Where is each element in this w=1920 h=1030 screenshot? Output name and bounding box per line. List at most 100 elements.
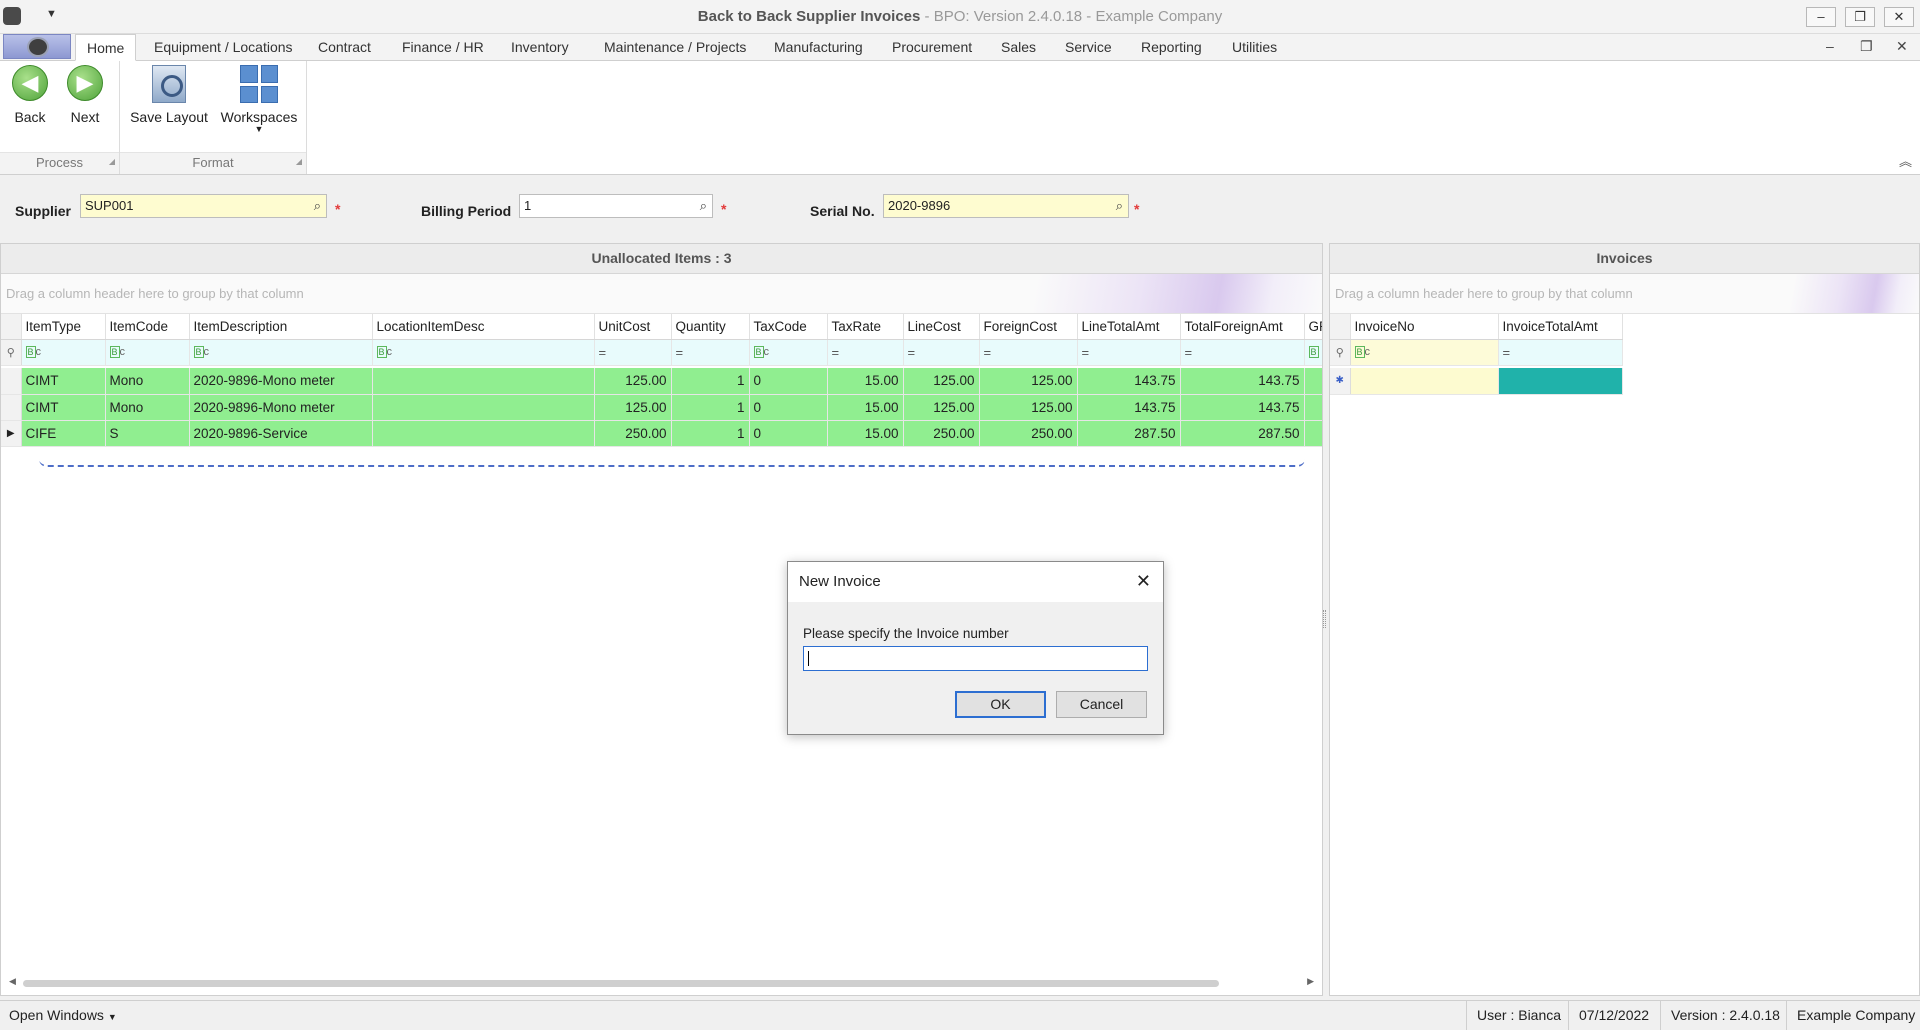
cell-taxcode[interactable]: 0 — [749, 368, 828, 395]
cell-taxcode[interactable]: 0 — [749, 420, 828, 447]
cell-gr[interactable] — [1304, 394, 1322, 421]
cell-invoicetotalamt[interactable] — [1498, 368, 1623, 395]
tab-sales[interactable]: Sales — [1001, 39, 1036, 55]
cell-locationitemdesc[interactable] — [372, 420, 595, 447]
group-by-area[interactable]: Drag a column header here to group by th… — [1330, 274, 1919, 314]
scrollbar-thumb[interactable] — [23, 980, 1219, 987]
application-menu-button[interactable] — [3, 34, 71, 59]
tab-manufacturing[interactable]: Manufacturing — [774, 39, 863, 55]
cell-linetotalamt[interactable]: 287.50 — [1077, 420, 1181, 447]
row-indicator[interactable] — [1, 394, 22, 421]
column-header-itemdescription[interactable]: ItemDescription — [189, 314, 373, 340]
cell-invoiceno[interactable] — [1350, 368, 1499, 395]
filter-cell[interactable]: = — [671, 339, 750, 366]
cell-foreigncost[interactable]: 125.00 — [979, 368, 1078, 395]
open-windows-button[interactable]: Open Windows ▼ — [9, 1001, 117, 1030]
cell-foreigncost[interactable]: 125.00 — [979, 394, 1078, 421]
filter-cell[interactable]: Bc — [1350, 339, 1499, 366]
table-row[interactable]: CIMT Mono 2020-9896-Mono meter 125.00 1 … — [1, 368, 1322, 395]
cell-unitcost[interactable]: 250.00 — [594, 420, 672, 447]
mdi-close-icon[interactable]: ✕ — [1896, 38, 1908, 55]
tab-procurement[interactable]: Procurement — [892, 39, 972, 55]
cell-linecost[interactable]: 125.00 — [903, 394, 980, 421]
group-by-area[interactable]: Drag a column header here to group by th… — [1, 274, 1322, 314]
cell-unitcost[interactable]: 125.00 — [594, 368, 672, 395]
supplier-field[interactable]: SUP001 ⌕ — [80, 194, 327, 218]
collapse-ribbon-icon[interactable]: ︽ — [1899, 151, 1912, 170]
tab-equipment-locations[interactable]: Equipment / Locations — [154, 39, 293, 55]
cell-taxcode[interactable]: 0 — [749, 394, 828, 421]
workspaces-button[interactable]: Workspaces ▼ — [220, 65, 298, 134]
cell-gr[interactable] — [1304, 420, 1322, 447]
tab-reporting[interactable]: Reporting — [1141, 39, 1202, 55]
search-icon[interactable]: ⌕ — [1116, 198, 1123, 214]
scroll-right-icon[interactable]: ▶ — [1307, 976, 1314, 987]
filter-cell[interactable]: Bc — [372, 339, 595, 366]
cell-linecost[interactable]: 250.00 — [903, 420, 980, 447]
save-layout-button[interactable]: Save Layout — [128, 65, 210, 125]
cell-totalforeignamt[interactable]: 143.75 — [1180, 368, 1305, 395]
mdi-minimize-icon[interactable]: – — [1826, 38, 1834, 54]
column-header-linetotalamt[interactable]: LineTotalAmt — [1077, 314, 1181, 340]
tab-inventory[interactable]: Inventory — [511, 39, 569, 55]
cell-itemtype[interactable]: CIMT — [21, 368, 106, 395]
column-header-foreigncost[interactable]: ForeignCost — [979, 314, 1078, 340]
cell-taxrate[interactable]: 15.00 — [827, 420, 904, 447]
cell-itemcode[interactable]: Mono — [105, 368, 190, 395]
workspaces-dropdown-icon[interactable]: ▼ — [220, 125, 298, 134]
scroll-left-icon[interactable]: ◀ — [9, 976, 16, 987]
filter-cell[interactable]: = — [903, 339, 980, 366]
tab-home[interactable]: Home — [75, 34, 137, 61]
cell-totalforeignamt[interactable]: 287.50 — [1180, 420, 1305, 447]
cell-locationitemdesc[interactable] — [372, 368, 595, 395]
column-header-taxrate[interactable]: TaxRate — [827, 314, 904, 340]
cell-totalforeignamt[interactable]: 143.75 — [1180, 394, 1305, 421]
column-header-unitcost[interactable]: UnitCost — [594, 314, 672, 340]
filter-cell[interactable]: = — [1498, 339, 1623, 366]
dialog-launcher-icon[interactable]: ◢ — [296, 152, 302, 172]
filter-cell[interactable]: = — [594, 339, 672, 366]
cell-gr[interactable] — [1304, 368, 1322, 395]
filter-cell[interactable]: Bc — [749, 339, 828, 366]
cell-itemdescription[interactable]: 2020-9896-Mono meter — [189, 394, 373, 421]
cell-itemdescription[interactable]: 2020-9896-Service — [189, 420, 373, 447]
column-header-invoiceno[interactable]: InvoiceNo — [1350, 314, 1499, 340]
tab-service[interactable]: Service — [1065, 39, 1112, 55]
tab-utilities[interactable]: Utilities — [1232, 39, 1277, 55]
close-icon[interactable]: ✕ — [1136, 571, 1151, 592]
cell-quantity[interactable]: 1 — [671, 420, 750, 447]
cell-linetotalamt[interactable]: 143.75 — [1077, 368, 1181, 395]
close-window-button[interactable]: ✕ — [1884, 7, 1914, 27]
cell-quantity[interactable]: 1 — [671, 394, 750, 421]
cell-itemtype[interactable]: CIFE — [21, 420, 106, 447]
cell-locationitemdesc[interactable] — [372, 394, 595, 421]
cell-linecost[interactable]: 125.00 — [903, 368, 980, 395]
horizontal-scrollbar[interactable]: ◀ ▶ — [9, 976, 1314, 989]
column-header-itemcode[interactable]: ItemCode — [105, 314, 190, 340]
filter-cell[interactable]: B — [1304, 339, 1322, 366]
panel-splitter[interactable] — [1323, 610, 1326, 628]
cancel-button[interactable]: Cancel — [1056, 691, 1147, 718]
cell-foreigncost[interactable]: 250.00 — [979, 420, 1078, 447]
search-icon[interactable]: ⌕ — [314, 198, 321, 214]
filter-cell[interactable]: = — [1077, 339, 1181, 366]
cell-linetotalamt[interactable]: 143.75 — [1077, 394, 1181, 421]
cell-quantity[interactable]: 1 — [671, 368, 750, 395]
cell-itemtype[interactable]: CIMT — [21, 394, 106, 421]
filter-cell[interactable]: Bc — [21, 339, 106, 366]
minimize-button[interactable]: – — [1806, 7, 1836, 27]
restore-button[interactable]: ❐ — [1845, 7, 1875, 27]
tab-maintenance-projects[interactable]: Maintenance / Projects — [604, 39, 746, 55]
new-item-row[interactable]: ✱ — [1330, 368, 1623, 395]
back-button[interactable]: ◀ Back — [9, 65, 51, 125]
column-header-itemtype[interactable]: ItemType — [21, 314, 106, 340]
column-header-locationitemdesc[interactable]: LocationItemDesc — [372, 314, 595, 340]
ok-button[interactable]: OK — [955, 691, 1046, 718]
invoice-number-input[interactable] — [803, 646, 1148, 671]
column-header-linecost[interactable]: LineCost — [903, 314, 980, 340]
search-icon[interactable]: ⌕ — [700, 198, 707, 214]
cell-itemcode[interactable]: Mono — [105, 394, 190, 421]
next-button[interactable]: ▶ Next — [64, 65, 106, 125]
filter-cell[interactable]: Bc — [189, 339, 373, 366]
tab-contract[interactable]: Contract — [318, 39, 371, 55]
